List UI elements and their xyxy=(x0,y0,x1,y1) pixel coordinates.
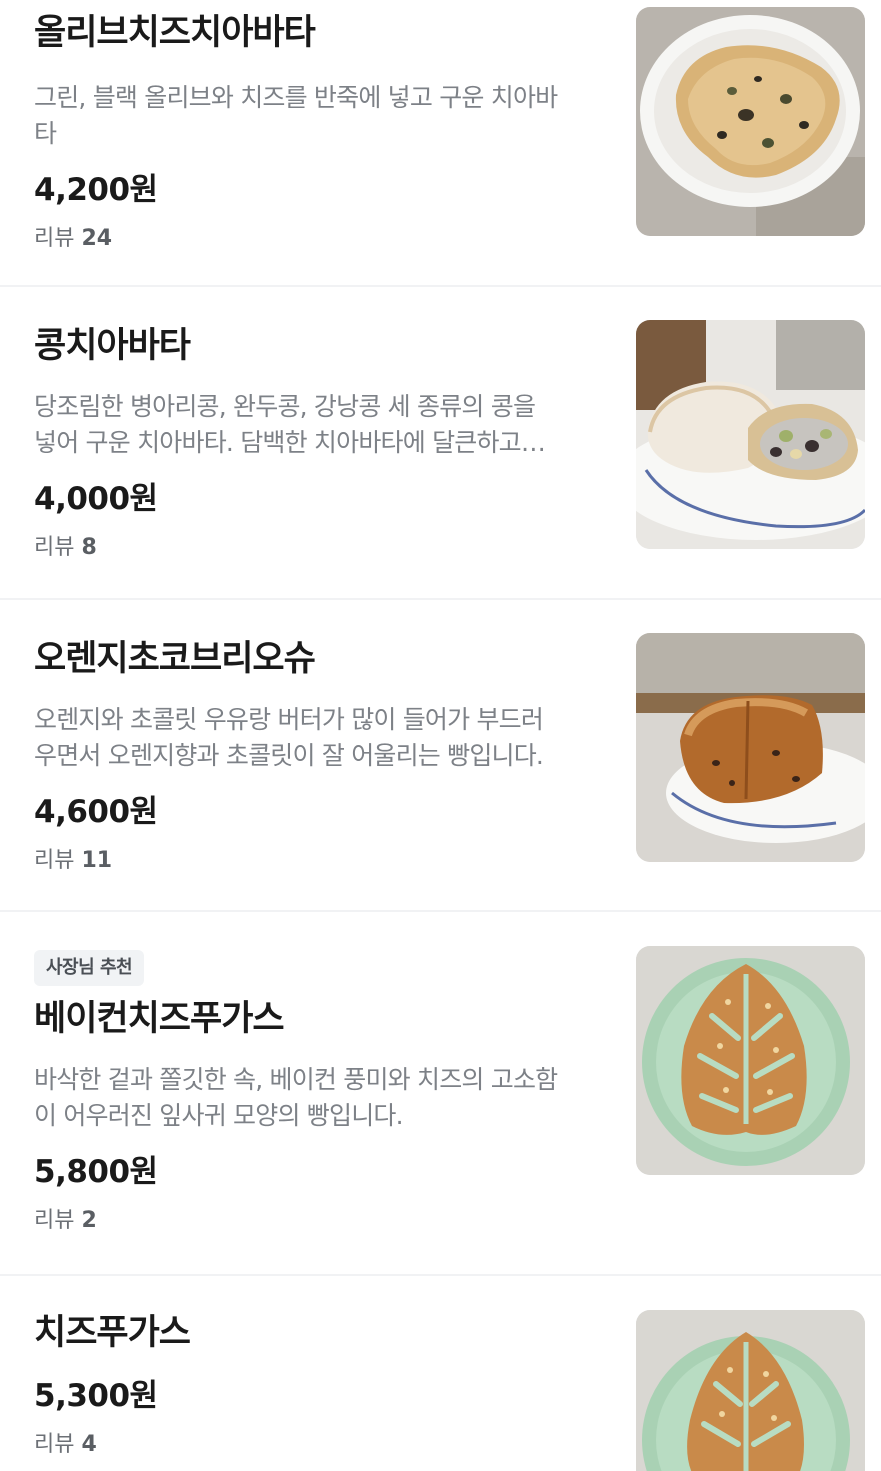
menu-item-review: 리뷰 11 xyxy=(34,846,614,876)
bean-ciabatta-image xyxy=(636,320,865,549)
bacon-cheese-fougasse-image xyxy=(636,946,865,1175)
menu-item-title: 콩치아바타 xyxy=(34,326,191,366)
menu-item-review: 리뷰 24 xyxy=(34,224,614,254)
menu-item-title: 올리브치즈치아바타 xyxy=(34,13,316,53)
description-line: 이 어우러진 잎사귀 모양의 빵입니다. xyxy=(34,1101,404,1130)
menu-item-price: 5,300원 xyxy=(34,1378,158,1414)
orange-choco-brioche-image xyxy=(636,633,865,862)
menu-item-orange-choco-brioche[interactable]: 오렌지초코브리오슈 오렌지와 초콜릿 우유랑 버터가 많이 들어가 부드러 우면… xyxy=(0,600,881,912)
menu-item-cheese-fougasse[interactable]: 치즈푸가스 5,300원 리뷰 4 xyxy=(0,1276,881,1471)
menu-item-review: 리뷰 4 xyxy=(34,1430,614,1460)
menu-item-price: 4,200원 xyxy=(34,172,158,208)
description-line: 그린, 블랙 올리브와 치즈를 반죽에 넣고 구운 치아바 xyxy=(34,83,558,112)
review-label: 리뷰 xyxy=(34,226,75,251)
review-label: 리뷰 xyxy=(34,535,75,560)
cheese-fougasse-image xyxy=(636,1310,865,1471)
review-count: 11 xyxy=(81,848,113,873)
description-line: 우면서 오렌지향과 초콜릿이 잘 어울리는 빵입니다. xyxy=(34,741,544,770)
menu-item-bean-ciabatta[interactable]: 콩치아바타 당조림한 병아리콩, 완두콩, 강낭콩 세 종류의 콩을 넣어 구운… xyxy=(0,287,881,600)
menu-item-title: 오렌지초코브리오슈 xyxy=(34,639,316,679)
description-line: 당조림한 병아리콩, 완두콩, 강낭콩 세 종류의 콩을 xyxy=(34,392,536,421)
menu-item-title: 치즈푸가스 xyxy=(34,1313,191,1353)
menu-item-bacon-cheese-fougasse[interactable]: 사장님 추천 베이컨치즈푸가스 바삭한 겉과 쫄깃한 속, 베이컨 풍미와 치즈… xyxy=(0,912,881,1276)
review-count: 24 xyxy=(81,226,113,251)
menu-item-olive-cheese-ciabatta[interactable]: 올리브치즈치아바타 그린, 블랙 올리브와 치즈를 반죽에 넣고 구운 치아바 … xyxy=(0,0,881,287)
menu-item-description: 오렌지와 초콜릿 우유랑 버터가 많이 들어가 부드러 우면서 오렌지향과 초콜… xyxy=(34,702,614,774)
menu-item-description: 그린, 블랙 올리브와 치즈를 반죽에 넣고 구운 치아바 타 xyxy=(34,80,614,152)
menu-item-description: 당조림한 병아리콩, 완두콩, 강낭콩 세 종류의 콩을 넣어 구운 치아바타.… xyxy=(34,389,614,461)
menu-item-review: 리뷰 2 xyxy=(34,1206,614,1236)
review-label: 리뷰 xyxy=(34,848,75,873)
review-label: 리뷰 xyxy=(34,1432,75,1457)
menu-item-price: 4,600원 xyxy=(34,794,158,830)
owner-recommend-badge: 사장님 추천 xyxy=(34,950,145,986)
menu-item-title: 베이컨치즈푸가스 xyxy=(34,999,285,1039)
review-count: 2 xyxy=(81,1208,97,1233)
menu-list: 올리브치즈치아바타 그린, 블랙 올리브와 치즈를 반죽에 넣고 구운 치아바 … xyxy=(0,0,881,1471)
review-count: 4 xyxy=(81,1432,97,1457)
menu-item-price: 5,800원 xyxy=(34,1154,158,1190)
description-line: 오렌지와 초콜릿 우유랑 버터가 많이 들어가 부드러 xyxy=(34,705,544,734)
olive-cheese-ciabatta-image xyxy=(636,7,865,236)
menu-item-price: 4,000원 xyxy=(34,481,158,517)
review-label: 리뷰 xyxy=(34,1208,75,1233)
review-count: 8 xyxy=(81,535,97,560)
description-line: 타 xyxy=(34,119,57,148)
description-line: 넣어 구운 치아바타. 담백한 치아바타에 달큰하고… xyxy=(34,428,546,457)
menu-item-review: 리뷰 8 xyxy=(34,533,614,563)
description-line: 바삭한 겉과 쫄깃한 속, 베이컨 풍미와 치즈의 고소함 xyxy=(34,1065,558,1094)
menu-item-description: 바삭한 겉과 쫄깃한 속, 베이컨 풍미와 치즈의 고소함 이 어우러진 잎사귀… xyxy=(34,1062,614,1134)
